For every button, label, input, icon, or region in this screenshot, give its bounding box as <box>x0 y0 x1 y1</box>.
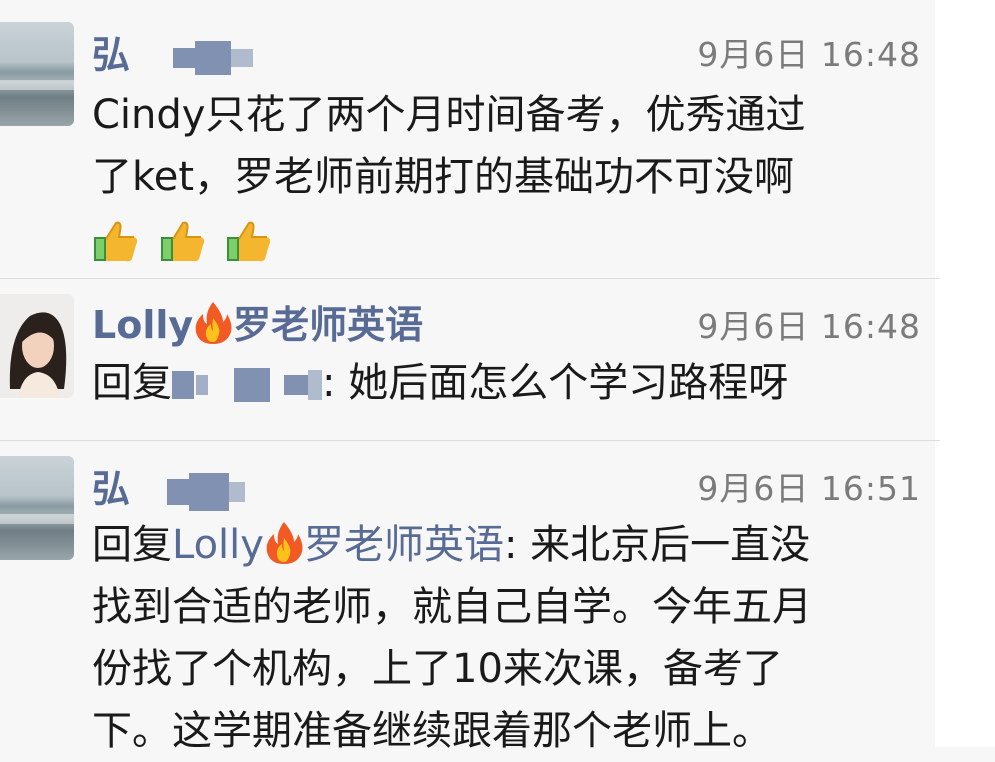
divider <box>0 440 940 441</box>
timestamp: 9月6日 16:48 <box>697 35 921 74</box>
comment-line-text: 来北京后一直没 <box>530 522 811 568</box>
comment-text: 回复 : 她后面怎么个学习路程呀 <box>92 352 932 414</box>
reply-to-name: 罗老师英语 <box>303 522 504 568</box>
redacted-name <box>173 47 196 68</box>
comment-line: Cindy只花了两个月时间备考，优秀通过 <box>92 92 806 138</box>
author-name-text: 弘 <box>92 33 131 77</box>
avatar[interactable] <box>0 22 74 126</box>
author-name-text: 罗老师英语 <box>233 303 424 347</box>
thumbs-up-icon <box>227 221 271 262</box>
comment-line: 了ket，罗老师前期打的基础功不可没啊 <box>92 154 795 200</box>
fire-icon <box>266 522 303 564</box>
redacted-name <box>189 472 230 511</box>
thumbs-up-icon <box>94 221 138 262</box>
timestamp: 9月6日 16:48 <box>697 307 921 346</box>
comment-text: Cindy只花了两个月时间备考，优秀通过 了ket，罗老师前期打的基础功不可没啊 <box>92 84 932 270</box>
redacted-name <box>231 48 254 67</box>
comment-line: 找到合适的老师，就自己自学。今年五月 <box>92 584 812 630</box>
author-name-text: 弘 <box>92 467 131 511</box>
redacted-name <box>195 40 232 75</box>
right-edge <box>935 0 995 747</box>
fire-icon <box>195 302 232 344</box>
divider <box>0 278 940 279</box>
author-name-text: Lolly <box>92 303 194 347</box>
reply-prefix: 回复 <box>92 522 172 568</box>
avatar[interactable] <box>0 294 74 398</box>
author-name[interactable]: 弘 <box>92 458 246 513</box>
comment-line: 份找了个机构，上了10来次课，备考了 <box>92 646 783 692</box>
reactions <box>92 208 932 270</box>
comment-text: 回复Lolly 罗老师英语: 来北京后一直没 找到合适的老师，就自己自学。今年五月… <box>92 514 932 762</box>
reply-prefix: 回复 <box>92 360 172 406</box>
avatar[interactable] <box>0 456 74 560</box>
comment-line: 下。这学期准备继续跟着那个老师上。 <box>92 708 772 754</box>
redacted-name[interactable] <box>172 360 322 406</box>
author-name[interactable]: Lolly 罗老师英语 <box>92 294 423 349</box>
timestamp: 9月6日 16:51 <box>697 469 921 508</box>
comment-line: 回复Lolly 罗老师英语: 来北京后一直没 <box>92 514 932 576</box>
reply-colon: : <box>503 522 531 568</box>
reply-text: : 她后面怎么个学习路程呀 <box>322 360 789 406</box>
avatar-photo <box>0 294 74 398</box>
reply-to-name: Lolly <box>172 522 264 568</box>
redacted-name <box>167 478 190 505</box>
thumbs-up-icon <box>160 221 204 262</box>
author-name[interactable]: 弘 <box>92 24 254 79</box>
reply-to-user[interactable]: Lolly 罗老师英语 <box>172 522 504 568</box>
redacted-name <box>229 481 246 502</box>
